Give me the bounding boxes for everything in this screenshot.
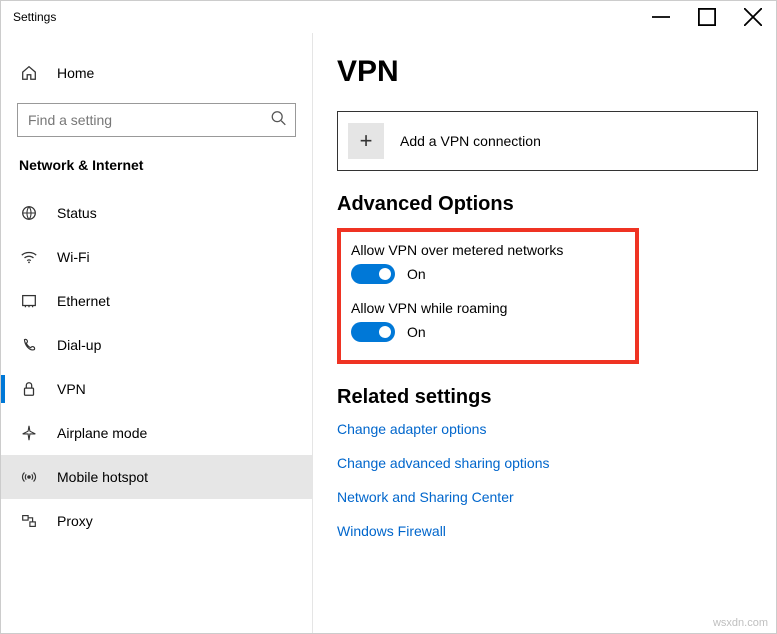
sidebar-item-wifi[interactable]: Wi-Fi [1, 235, 312, 279]
search-icon [270, 110, 288, 131]
link-adapter-options[interactable]: Change adapter options [337, 421, 758, 437]
sidebar-item-label: Airplane mode [57, 425, 147, 441]
roaming-state: On [407, 324, 426, 340]
page-title: VPN [337, 55, 758, 89]
plus-icon: + [348, 123, 384, 159]
close-button[interactable] [730, 1, 776, 33]
close-icon [744, 8, 762, 26]
content-pane: VPN + Add a VPN connection Advanced Opti… [313, 33, 776, 633]
vpn-icon [19, 380, 39, 398]
sidebar-item-label: Status [57, 205, 97, 221]
wifi-icon [19, 248, 39, 266]
window-controls [638, 1, 776, 33]
related-links: Change adapter options Change advanced s… [337, 421, 758, 539]
maximize-icon [698, 8, 716, 26]
ethernet-icon [19, 292, 39, 310]
sidebar-item-label: VPN [57, 381, 86, 397]
metered-state: On [407, 266, 426, 282]
link-sharing-options[interactable]: Change advanced sharing options [337, 455, 758, 471]
link-windows-firewall[interactable]: Windows Firewall [337, 523, 758, 539]
maximize-button[interactable] [684, 1, 730, 33]
titlebar: Settings [1, 1, 776, 33]
sidebar-item-hotspot[interactable]: Mobile hotspot [1, 455, 312, 499]
proxy-icon [19, 512, 39, 530]
metered-toggle-row: On [351, 264, 607, 284]
minimize-icon [652, 8, 670, 26]
sidebar-item-airplane[interactable]: Airplane mode [1, 411, 312, 455]
sidebar-item-label: Wi-Fi [57, 249, 90, 265]
hotspot-icon [19, 468, 39, 486]
sidebar-item-proxy[interactable]: Proxy [1, 499, 312, 543]
airplane-icon [19, 424, 39, 442]
sidebar-item-ethernet[interactable]: Ethernet [1, 279, 312, 323]
related-settings-heading: Related settings [337, 386, 758, 409]
search-wrap [17, 103, 296, 137]
advanced-options-heading: Advanced Options [337, 193, 758, 216]
watermark: wsxdn.com [713, 617, 768, 629]
advanced-options-highlight: Allow VPN over metered networks On Allow… [337, 228, 639, 364]
status-icon [19, 204, 39, 222]
search-input[interactable] [17, 103, 296, 137]
minimize-button[interactable] [638, 1, 684, 33]
window-title: Settings [13, 10, 56, 24]
home-icon [19, 64, 39, 82]
sidebar-item-vpn[interactable]: VPN [1, 367, 312, 411]
add-vpn-label: Add a VPN connection [400, 133, 541, 149]
sidebar-item-dialup[interactable]: Dial-up [1, 323, 312, 367]
roaming-toggle-row: On [351, 322, 607, 342]
settings-window: Settings Home [0, 0, 777, 634]
sidebar-item-status[interactable]: Status [1, 191, 312, 235]
category-heading: Network & Internet [1, 151, 312, 191]
sidebar-item-label: Dial-up [57, 337, 101, 353]
dialup-icon [19, 336, 39, 354]
metered-toggle[interactable] [351, 264, 395, 284]
add-vpn-button[interactable]: + Add a VPN connection [337, 111, 758, 171]
link-network-sharing-center[interactable]: Network and Sharing Center [337, 489, 758, 505]
sidebar-item-label: Proxy [57, 513, 93, 529]
sidebar: Home Network & Internet Status Wi-Fi Eth… [1, 33, 313, 633]
home-link[interactable]: Home [1, 51, 312, 95]
window-body: Home Network & Internet Status Wi-Fi Eth… [1, 33, 776, 633]
home-label: Home [57, 65, 94, 81]
sidebar-item-label: Ethernet [57, 293, 110, 309]
metered-label: Allow VPN over metered networks [351, 242, 607, 258]
roaming-toggle[interactable] [351, 322, 395, 342]
roaming-label: Allow VPN while roaming [351, 300, 607, 316]
sidebar-item-label: Mobile hotspot [57, 469, 148, 485]
